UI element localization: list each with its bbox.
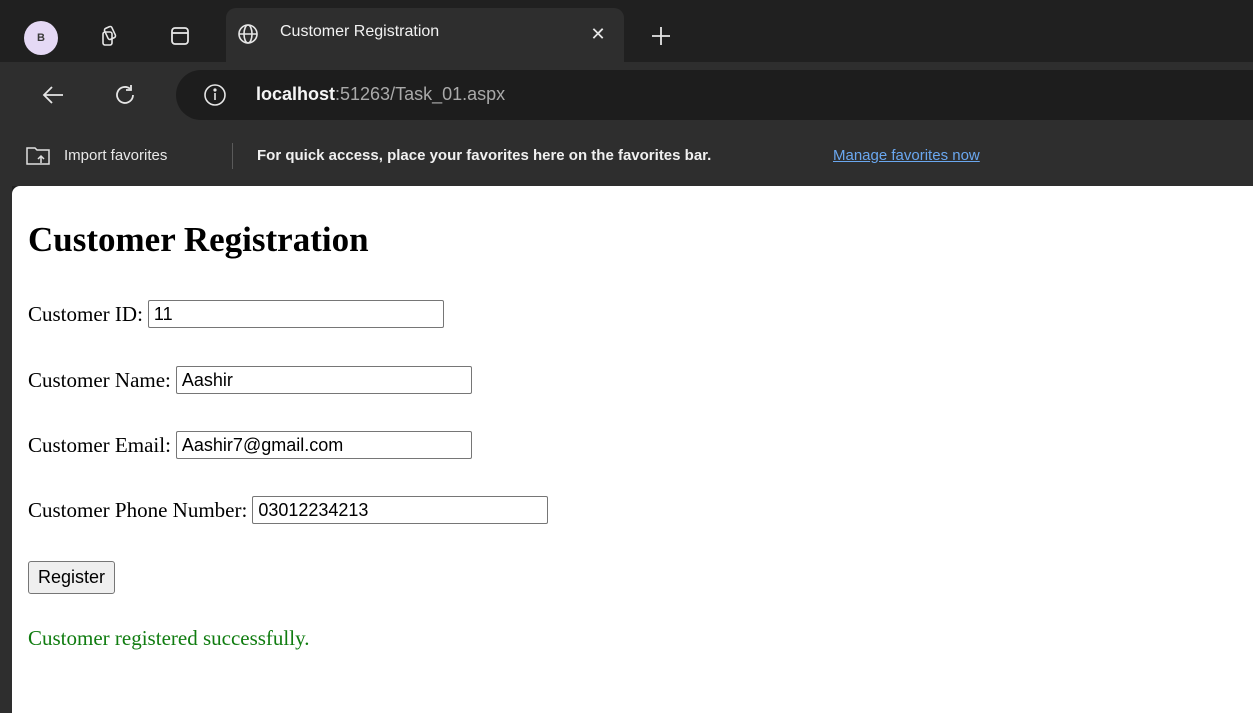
customer-email-input[interactable] [175, 431, 472, 459]
customer-name-input[interactable] [175, 366, 472, 394]
customer-name-label: Customer Name: [28, 367, 171, 392]
manage-favorites-link[interactable]: Manage favorites now [833, 147, 980, 164]
tab-actions-icon[interactable] [166, 22, 194, 50]
address-bar[interactable]: localhost:51263/Task_01.aspx [176, 70, 1253, 120]
import-favorites-icon[interactable] [24, 144, 56, 168]
page-title: Customer Registration [28, 220, 369, 259]
workspaces-icon[interactable] [96, 22, 124, 50]
customer-name-row: Customer Name: [28, 363, 472, 397]
customer-phone-input[interactable] [252, 496, 549, 524]
customer-id-input[interactable] [147, 300, 444, 328]
favorites-hint: For quick access, place your favorites h… [257, 147, 712, 164]
url-text: localhost:51263/Task_01.aspx [256, 84, 505, 105]
customer-email-row: Customer Email: [28, 428, 472, 462]
customer-id-row: Customer ID: [28, 297, 444, 331]
status-message: Customer registered successfully. [28, 626, 310, 650]
refresh-icon[interactable] [108, 78, 142, 112]
tab-close-icon[interactable]: ✕ [588, 24, 608, 45]
url-host: localhost [256, 84, 336, 104]
navigation-toolbar: localhost:51263/Task_01.aspx [0, 62, 1253, 134]
browser-window: B Customer Registration ✕ localhost:5126… [0, 0, 1253, 713]
tab-title: Customer Registration [280, 23, 440, 40]
page-viewport: Customer Registration Customer ID: Custo… [12, 186, 1253, 713]
favorites-separator [232, 143, 233, 169]
customer-email-label: Customer Email: [28, 432, 171, 457]
url-path: :51263/Task_01.aspx [335, 84, 506, 104]
customer-phone-label: Customer Phone Number: [28, 497, 248, 522]
profile-avatar[interactable]: B [24, 21, 58, 55]
active-tab[interactable]: Customer Registration ✕ [226, 8, 624, 62]
window-edge [0, 186, 12, 713]
plus-icon [652, 27, 670, 45]
new-tab-button[interactable] [645, 20, 677, 52]
tab-strip: B Customer Registration ✕ [0, 0, 1253, 62]
customer-phone-row: Customer Phone Number: [28, 493, 549, 527]
customer-id-label: Customer ID: [28, 301, 143, 326]
import-favorites-button[interactable]: Import favorites [64, 147, 167, 164]
globe-icon [238, 24, 258, 44]
favorites-bar: Import favorites For quick access, place… [0, 134, 1253, 186]
back-icon[interactable] [36, 78, 70, 112]
register-button[interactable]: Register [28, 561, 116, 594]
info-icon[interactable] [202, 82, 228, 108]
